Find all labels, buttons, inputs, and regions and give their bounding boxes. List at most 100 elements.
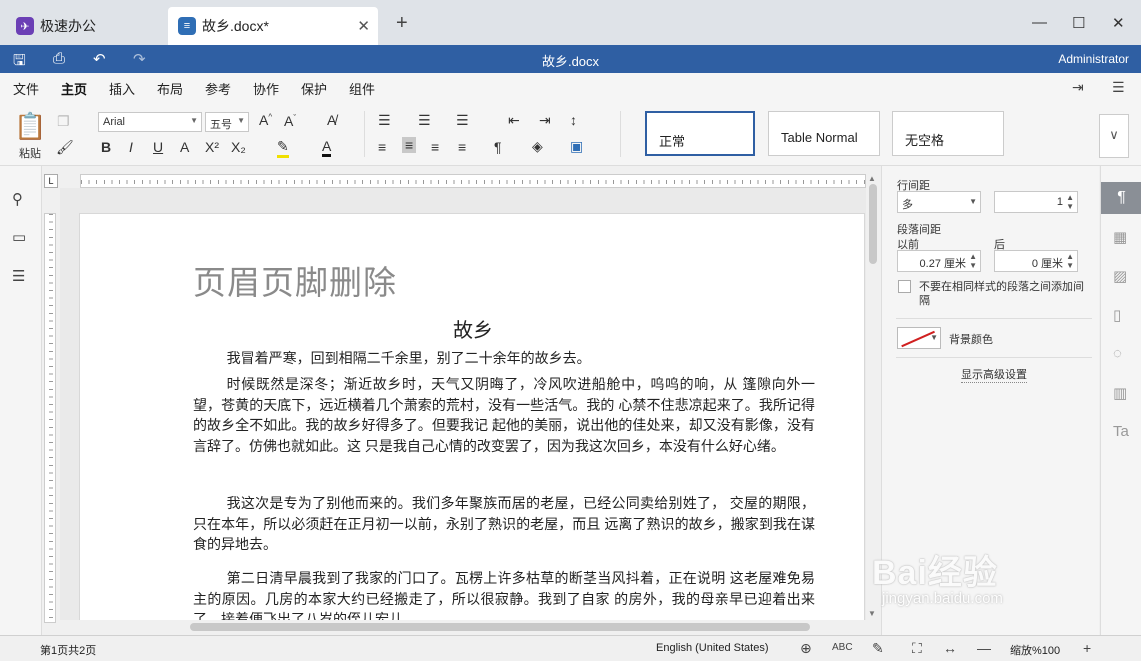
bold-icon[interactable]: B: [101, 139, 111, 155]
chart-settings-icon[interactable]: ▥: [1113, 384, 1127, 402]
new-tab-icon[interactable]: +: [396, 12, 408, 35]
numbered-list-icon[interactable]: ☰: [418, 112, 431, 129]
fit-width-icon[interactable]: ↔: [943, 640, 957, 656]
align-center-icon[interactable]: ≡: [402, 137, 417, 153]
menu-home[interactable]: 主页: [61, 79, 88, 104]
text-art-settings-icon[interactable]: Ta: [1113, 423, 1129, 440]
table-settings-icon[interactable]: ▦: [1113, 228, 1127, 246]
image-settings-icon[interactable]: ▨: [1113, 267, 1127, 285]
underline-icon[interactable]: U: [153, 139, 163, 155]
show-advanced-settings-link[interactable]: 显示高级设置: [961, 366, 1027, 383]
no-space-same-style-checkbox[interactable]: [898, 280, 911, 293]
scroll-thumb[interactable]: [869, 184, 877, 264]
menu-file[interactable]: 文件: [13, 79, 39, 98]
subscript-icon[interactable]: X₂: [231, 139, 246, 155]
paragraph-mark-icon[interactable]: ¶: [494, 139, 502, 155]
shading-icon[interactable]: ◈: [532, 138, 543, 155]
zoom-out-icon[interactable]: —: [977, 640, 991, 656]
tab-stop-selector[interactable]: L: [44, 174, 58, 188]
tab-document[interactable]: ≡ 故乡.docx* ✕: [168, 7, 378, 45]
superscript-icon[interactable]: X²: [205, 139, 219, 155]
decrease-font-icon[interactable]: Aˇ: [284, 113, 296, 129]
paragraph[interactable]: 第二日清早晨我到了我家的门口了。瓦楞上许多枯草的断茎当风抖着，正在说明 这老屋难…: [193, 568, 815, 620]
zoom-in-icon[interactable]: +: [1083, 640, 1091, 656]
menu-plugins[interactable]: 组件: [349, 79, 375, 98]
page-info[interactable]: 第1页共2页: [40, 642, 96, 658]
fit-page-icon[interactable]: ⛶: [912, 640, 922, 657]
paragraph[interactable]: 我这次是专为了别他而来的。我们多年聚族而居的老屋，已经公同卖给别姓了， 交屋的期…: [193, 493, 815, 555]
close-tab-icon[interactable]: ✕: [357, 17, 370, 35]
style-table-normal[interactable]: Table Normal: [768, 111, 880, 156]
page-header-text[interactable]: 页眉页脚删除: [193, 256, 397, 304]
scroll-up-icon[interactable]: ▲: [868, 174, 876, 183]
decrease-indent-icon[interactable]: ⇤: [508, 112, 520, 129]
title-bar: 🖫 ⎙ ↶ ↷ 故乡.docx Administrator: [0, 45, 1141, 73]
search-icon[interactable]: ⚲: [12, 190, 23, 208]
spinner-icon[interactable]: ▲ ▼: [969, 252, 977, 270]
italic-icon[interactable]: I: [129, 139, 133, 155]
scroll-thumb[interactable]: [190, 623, 810, 631]
increase-font-icon[interactable]: A^: [259, 112, 272, 128]
line-spacing-icon[interactable]: ↕: [570, 112, 577, 128]
document-page[interactable]: 页眉页脚删除 故乡 我冒着严寒，回到相隔二千余里，别了二十余年的故乡去。 时候既…: [79, 213, 865, 620]
menu-references[interactable]: 参考: [205, 79, 231, 98]
spacing-before-input[interactable]: 0.27 厘米 ▲ ▼: [897, 250, 981, 272]
background-color-picker[interactable]: ▼: [897, 327, 941, 349]
document-title: 故乡.docx: [541, 54, 600, 69]
spacing-after-input[interactable]: 0 厘米 ▲ ▼: [994, 250, 1078, 272]
minimize-icon[interactable]: —: [1032, 14, 1047, 31]
menu-protect[interactable]: 保护: [301, 79, 327, 98]
format-painter-icon[interactable]: 🖌: [56, 139, 74, 156]
shape-settings-icon[interactable]: ◌: [1113, 345, 1122, 362]
vertical-ruler[interactable]: [44, 213, 56, 623]
menu-insert[interactable]: 插入: [109, 79, 135, 98]
track-changes-icon[interactable]: ✎: [872, 640, 884, 657]
tab-home[interactable]: ✈ 极速办公: [6, 7, 162, 45]
borders-icon[interactable]: ▣: [570, 138, 583, 155]
horizontal-scrollbar[interactable]: [60, 620, 880, 634]
strikethrough-icon[interactable]: A: [180, 139, 189, 155]
style-normal[interactable]: 正常: [645, 111, 755, 156]
menu-layout[interactable]: 布局: [157, 79, 183, 98]
style-no-spacing[interactable]: 无空格: [892, 111, 1004, 156]
multilevel-list-icon[interactable]: ☰: [456, 112, 469, 129]
document-canvas: 页眉页脚删除 故乡 我冒着严寒，回到相隔二千余里，别了二十余年的故乡去。 时候既…: [60, 188, 880, 620]
styles-expand-button[interactable]: ∨: [1099, 114, 1129, 158]
horizontal-ruler[interactable]: [80, 174, 866, 188]
paste-icon[interactable]: 📋: [14, 111, 46, 142]
paragraph[interactable]: 我冒着严寒，回到相隔二千余里，别了二十余年的故乡去。: [193, 348, 815, 369]
copy-icon[interactable]: ❐: [57, 113, 70, 130]
spinner-icon[interactable]: ▲ ▼: [1066, 193, 1074, 211]
header-footer-settings-icon[interactable]: ▯: [1113, 306, 1121, 324]
line-spacing-mode-select[interactable]: 多 ▼: [897, 191, 981, 213]
scroll-down-icon[interactable]: ▼: [868, 609, 876, 618]
app-window: ✈ 极速办公 ≡ 故乡.docx* ✕ + — ☐ ✕ 🖫 ⎙ ↶ ↷ 故乡.d…: [0, 0, 1141, 661]
user-name[interactable]: Administrator: [1058, 52, 1129, 66]
paragraph[interactable]: 时候既然是深冬；渐近故乡时，天气又阴晦了，冷风吹进船舱中，呜呜的响，从 篷隙向外…: [193, 374, 815, 456]
comment-icon[interactable]: ▭: [12, 228, 26, 246]
maximize-icon[interactable]: ☐: [1072, 14, 1085, 32]
font-color-icon[interactable]: A: [322, 138, 332, 157]
document-heading[interactable]: 故乡: [80, 314, 866, 343]
close-window-icon[interactable]: ✕: [1112, 14, 1125, 32]
spellcheck-icon[interactable]: ABC: [832, 642, 853, 653]
justify-icon[interactable]: ≡: [458, 139, 466, 155]
menu-collaborate[interactable]: 协作: [253, 79, 279, 98]
language-selector[interactable]: English (United States): [656, 642, 769, 654]
align-right-icon[interactable]: ≡: [431, 139, 439, 155]
hamburger-menu-icon[interactable]: ☰: [1112, 79, 1125, 96]
clear-format-icon[interactable]: A̸: [327, 112, 336, 128]
globe-icon[interactable]: ⊕: [800, 640, 812, 657]
line-spacing-value-input[interactable]: 1 ▲ ▼: [994, 191, 1078, 213]
font-name-select[interactable]: Arial ▼: [98, 112, 202, 132]
spinner-icon[interactable]: ▲ ▼: [1066, 252, 1074, 270]
increase-indent-icon[interactable]: ⇥: [539, 112, 551, 129]
font-size-select[interactable]: 五号 ▼: [205, 112, 249, 132]
bullet-list-icon[interactable]: ☰: [378, 112, 391, 129]
highlight-icon[interactable]: ✎: [277, 138, 289, 158]
paragraph-settings-icon[interactable]: ¶: [1101, 182, 1141, 214]
open-location-icon[interactable]: ⇥: [1072, 79, 1084, 96]
navigation-icon[interactable]: ☰: [12, 267, 25, 285]
chevron-down-icon: ∨: [1109, 127, 1119, 142]
align-left-icon[interactable]: ≡: [378, 139, 386, 155]
